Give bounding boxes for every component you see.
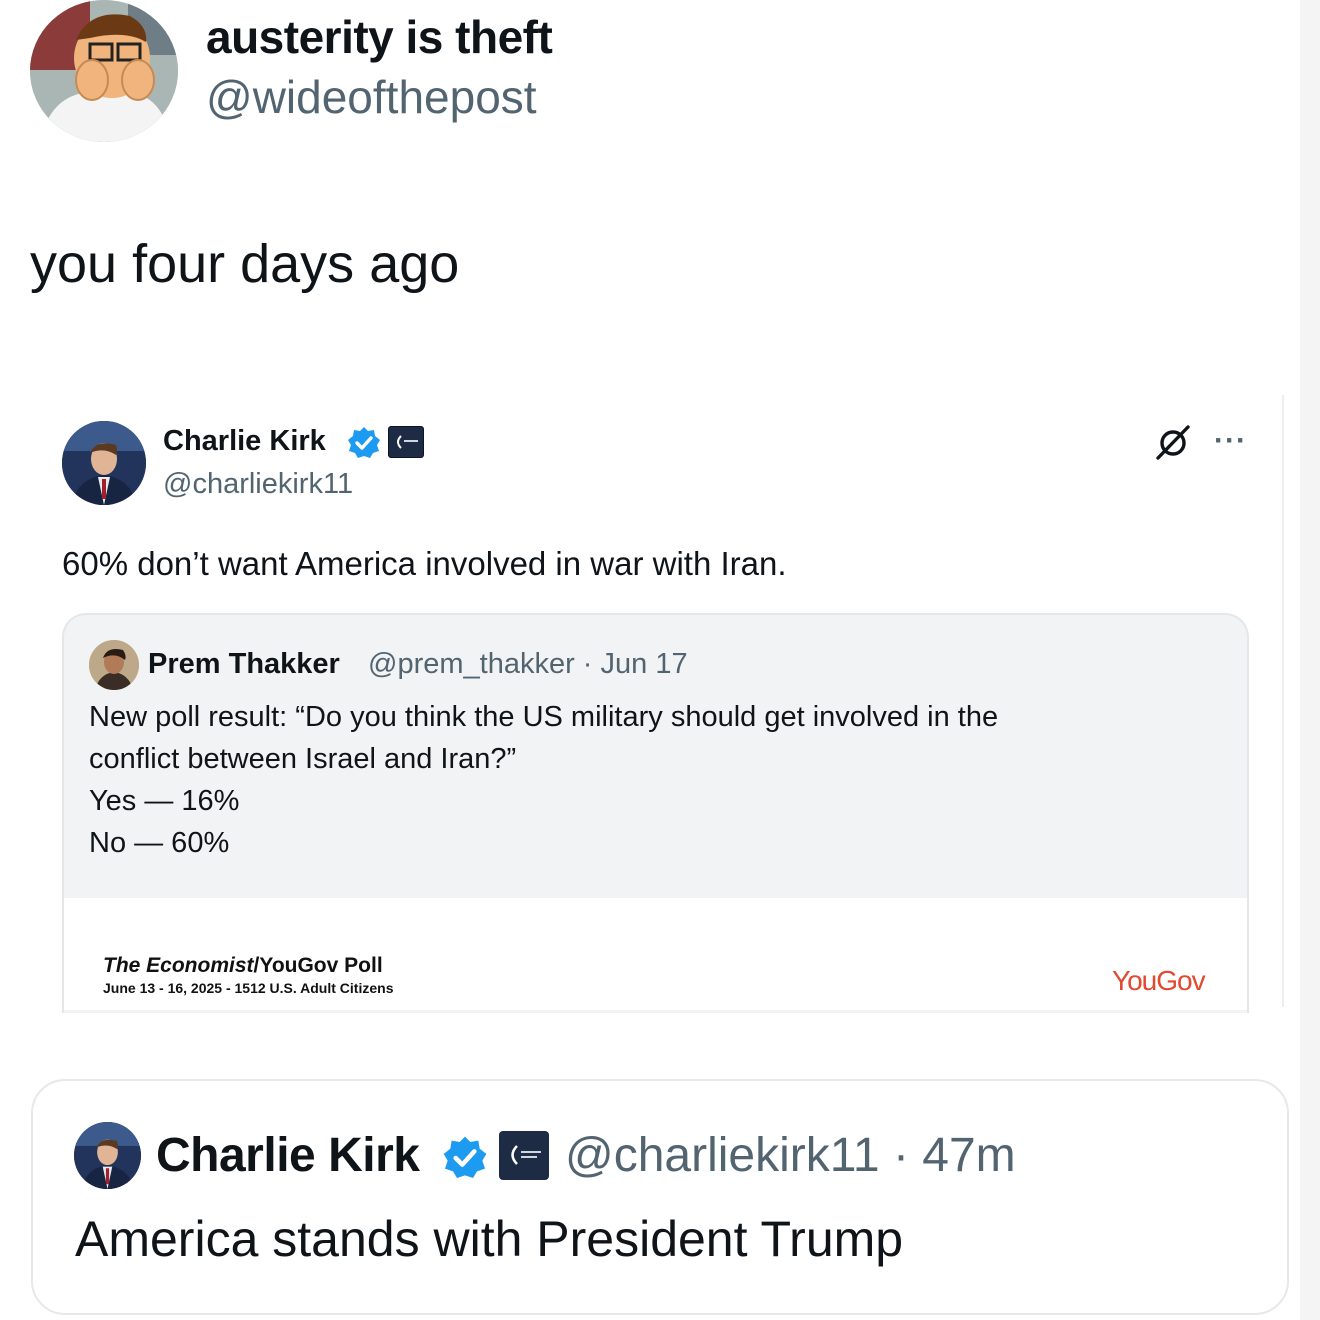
poll-image-subtitle: June 13 - 16, 2025 - 1512 U.S. Adult Cit… — [103, 980, 394, 996]
embedded-tweet-text: 60% don’t want America involved in war w… — [62, 545, 787, 582]
cartoon-avatar-icon — [30, 0, 178, 142]
grok-icon[interactable] — [1153, 422, 1193, 462]
person-avatar-icon — [89, 640, 139, 690]
avatar[interactable] — [30, 0, 178, 142]
person-avatar-icon — [74, 1122, 141, 1189]
quoted-text-line: No — 60% — [89, 827, 230, 859]
quoted-display-name[interactable]: Prem Thakker — [148, 648, 340, 681]
quoted-meta[interactable]: @prem_thakker · Jun 17 — [368, 648, 688, 681]
display-name[interactable]: austerity is theft — [206, 10, 553, 64]
embedded-display-name[interactable]: Charlie Kirk — [163, 425, 326, 458]
poll-image-title: The Economist/YouGov Poll — [103, 954, 383, 978]
verified-badge-icon — [441, 1134, 489, 1182]
tweet-text: you four days ago — [30, 234, 460, 294]
embedded-avatar[interactable] — [62, 421, 146, 505]
verified-badge-icon — [346, 425, 382, 461]
second-avatar[interactable] — [74, 1122, 141, 1189]
second-tweet-card[interactable] — [31, 1079, 1289, 1315]
yougov-logo: YouGov — [1112, 965, 1206, 996]
poll-title-rest: /YouGov Poll — [253, 954, 383, 977]
handle[interactable]: @wideofthepost — [206, 70, 537, 124]
quoted-text-line: New poll result: “Do you think the US mi… — [89, 701, 999, 733]
second-tweet-text: America stands with President Trump — [75, 1211, 904, 1267]
affiliation-badge-icon[interactable] — [388, 426, 424, 458]
person-avatar-icon — [62, 421, 146, 505]
more-icon[interactable]: ··· — [1214, 424, 1247, 458]
screenshot-edge — [1282, 395, 1284, 1007]
quoted-avatar[interactable] — [89, 640, 139, 690]
quoted-text-line: conflict between Israel and Iran?” — [89, 743, 517, 775]
right-edge-strip — [1300, 0, 1320, 1320]
quoted-text-line: Yes — 16% — [89, 785, 240, 817]
affiliation-badge-icon[interactable] — [499, 1131, 549, 1180]
second-display-name[interactable]: Charlie Kirk — [156, 1128, 420, 1183]
second-meta[interactable]: @charliekirk11 · 47m — [565, 1128, 1016, 1183]
poll-title-publication: The Economist — [103, 954, 254, 977]
embedded-handle[interactable]: @charliekirk11 — [163, 468, 353, 501]
